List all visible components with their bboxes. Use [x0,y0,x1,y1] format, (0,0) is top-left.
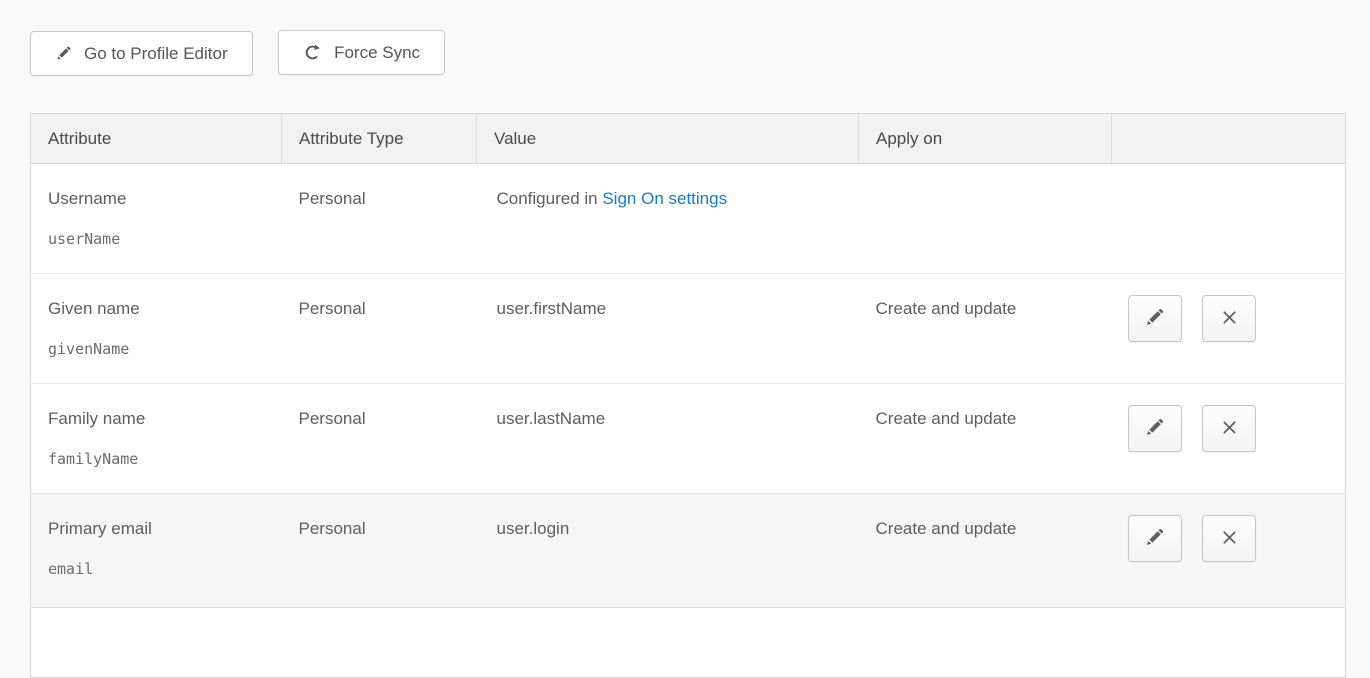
remove-attribute-button[interactable] [1202,515,1256,562]
column-header-value: Value [477,114,859,164]
attribute-label: Primary email [48,519,270,539]
attribute-variable-name: email [48,560,270,578]
sign-on-settings-link[interactable]: Sign On settings [602,189,727,208]
actions-cell [1112,494,1346,608]
attribute-label: Given name [48,299,270,319]
table-row-partial [31,608,1346,678]
button-label: Force Sync [334,43,420,63]
pencil-icon [55,45,72,62]
value-cell: user.lastName [477,384,859,494]
table-row-given-name: Given name givenName Personal user.first… [31,274,1346,384]
actions-cell [1112,384,1346,494]
attribute-variable-name: givenName [48,340,270,358]
close-icon [1220,308,1239,330]
value-cell: user.firstName [477,274,859,384]
column-header-attribute-type: Attribute Type [282,114,477,164]
actions-cell [1112,274,1346,384]
value-prefix-text: Configured in [497,189,603,208]
edit-attribute-button[interactable] [1128,405,1182,452]
actions-cell [1112,164,1346,274]
apply-on-cell [859,164,1112,274]
refresh-icon [303,43,322,62]
remove-attribute-button[interactable] [1202,295,1256,342]
attribute-type-cell: Personal [282,164,477,274]
button-label: Go to Profile Editor [84,44,228,64]
attribute-type-cell: Personal [282,384,477,494]
column-header-attribute: Attribute [31,114,282,164]
pencil-icon [1144,527,1165,551]
table-row-username: Username userName Personal Configured in… [31,164,1346,274]
column-header-apply-on: Apply on [859,114,1112,164]
close-icon [1220,528,1239,550]
remove-attribute-button[interactable] [1202,405,1256,452]
apply-on-cell: Create and update [859,494,1112,608]
pencil-icon [1144,417,1165,441]
pencil-icon [1144,307,1165,331]
force-sync-button[interactable]: Force Sync [278,30,445,75]
attribute-mappings-table-container: Attribute Attribute Type Value Apply on … [30,113,1370,678]
value-cell: Configured in Sign On settings [477,164,859,274]
page: { "colors": { "link_blue": "#2279bb", "i… [0,0,1370,644]
attribute-label: Family name [48,409,270,429]
attribute-variable-name: familyName [48,450,270,468]
close-icon [1220,418,1239,440]
attribute-label: Username [48,189,270,209]
attribute-variable-name: userName [48,230,270,248]
attribute-mappings-table: Attribute Attribute Type Value Apply on … [30,113,1346,678]
table-header-row: Attribute Attribute Type Value Apply on [31,114,1346,164]
attribute-type-cell: Personal [282,274,477,384]
edit-attribute-button[interactable] [1128,515,1182,562]
table-row-family-name: Family name familyName Personal user.las… [31,384,1346,494]
table-row-primary-email: Primary email email Personal user.login … [31,494,1346,608]
attribute-type-cell: Personal [282,494,477,608]
column-header-actions [1112,114,1346,164]
apply-on-cell: Create and update [859,384,1112,494]
toolbar: Go to Profile Editor Force Sync [0,0,1370,75]
edit-attribute-button[interactable] [1128,295,1182,342]
go-to-profile-editor-button[interactable]: Go to Profile Editor [30,31,253,76]
apply-on-cell: Create and update [859,274,1112,384]
value-cell: user.login [477,494,859,608]
